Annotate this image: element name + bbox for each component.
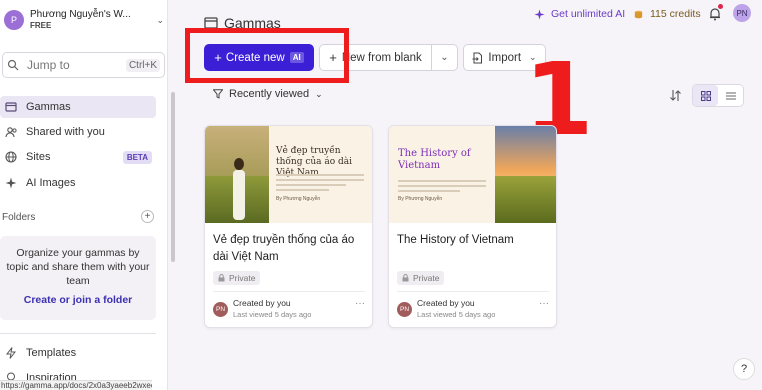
user-avatar[interactable]: PN bbox=[733, 4, 751, 22]
workspace-plan: FREE bbox=[30, 21, 52, 30]
creator-avatar: PN bbox=[397, 302, 412, 317]
sidebar-item-sites[interactable]: Sites BETA bbox=[0, 146, 156, 168]
notification-dot bbox=[718, 4, 723, 9]
new-from-blank-dropdown[interactable]: ⌄ bbox=[432, 44, 458, 71]
sparkle-icon bbox=[534, 8, 545, 20]
workspace-name: Phương Nguyễn's W... bbox=[30, 9, 131, 20]
last-viewed: Last viewed 5 days ago bbox=[417, 310, 496, 319]
status-url: https://gamma.app/docs/2x0a3yaeeb2wxec bbox=[0, 380, 152, 390]
sidebar-item-ai-images[interactable]: AI Images bbox=[0, 172, 156, 194]
annotation-highlight-box bbox=[185, 28, 349, 83]
privacy-badge: Private bbox=[213, 271, 261, 285]
sidebar-item-shared[interactable]: Shared with you bbox=[0, 121, 156, 143]
privacy-label: Private bbox=[229, 273, 256, 283]
import-icon bbox=[472, 52, 483, 63]
view-toggle bbox=[692, 84, 744, 107]
get-unlimited-ai-label: Get unlimited AI bbox=[551, 8, 626, 20]
chevron-down-icon: ⌄ bbox=[156, 14, 164, 25]
list-icon bbox=[725, 92, 736, 99]
thumbnail-author: By Phương Nguyễn bbox=[276, 196, 321, 202]
search-icon bbox=[7, 59, 19, 71]
chevron-down-icon: ⌄ bbox=[440, 52, 449, 63]
sparkle-icon bbox=[4, 176, 18, 190]
creator-avatar: PN bbox=[213, 302, 228, 317]
thumbnail-heading: The History of Vietnam bbox=[398, 148, 471, 171]
last-viewed: Last viewed 5 days ago bbox=[233, 310, 312, 319]
search-shortcut: Ctrl+K bbox=[125, 58, 160, 72]
shared-users-icon bbox=[4, 125, 18, 139]
folders-empty-state: Organize your gammas by topic and share … bbox=[0, 236, 156, 320]
credits-label: 115 credits bbox=[650, 8, 701, 20]
sidebar-scrollbar[interactable] bbox=[171, 92, 175, 262]
import-label: Import bbox=[488, 51, 522, 64]
grid-icon bbox=[700, 90, 711, 101]
privacy-badge: Private bbox=[397, 271, 445, 285]
new-from-blank-label: New from blank bbox=[341, 51, 422, 64]
create-folder-link[interactable]: Create or join a folder bbox=[0, 294, 156, 306]
sidebar: P Phương Nguyễn's W... FREE ⌄ Jump to Ct… bbox=[0, 0, 168, 390]
filter-icon bbox=[213, 89, 223, 99]
sort-icon[interactable] bbox=[669, 89, 682, 102]
sort-filter-dropdown[interactable]: Recently viewed ⌄ bbox=[213, 88, 323, 100]
search-placeholder: Jump to bbox=[27, 58, 70, 72]
card-title: The History of Vietnam bbox=[397, 234, 514, 246]
workspace-switcher[interactable]: P Phương Nguyễn's W... FREE ⌄ bbox=[4, 6, 164, 34]
card-thumbnail: Vẻ đẹp truyền thống của áo dài Việt Nam … bbox=[205, 126, 372, 223]
gamma-icon bbox=[4, 100, 18, 114]
beta-badge: BETA bbox=[122, 150, 152, 164]
bolt-icon bbox=[4, 346, 18, 360]
sidebar-item-label: Gammas bbox=[26, 101, 71, 113]
coins-icon bbox=[634, 10, 643, 18]
sidebar-divider bbox=[0, 333, 156, 334]
sidebar-item-label: AI Images bbox=[26, 177, 76, 189]
created-by: Created by you bbox=[233, 298, 291, 308]
bell-icon[interactable] bbox=[708, 7, 722, 21]
folders-heading: Folders bbox=[2, 212, 36, 223]
sidebar-item-templates[interactable]: Templates bbox=[0, 342, 156, 364]
thumbnail-author: By Phương Nguyễn bbox=[398, 196, 443, 202]
workspace-avatar: P bbox=[4, 10, 24, 30]
sidebar-item-label: Templates bbox=[26, 347, 77, 359]
folders-empty-text: Organize your gammas by topic and share … bbox=[6, 247, 150, 287]
help-button[interactable]: ? bbox=[733, 358, 755, 380]
thumbnail-text-lines bbox=[276, 174, 364, 191]
card-thumbnail: The History of Vietnam By Phương Nguyễn bbox=[389, 126, 556, 223]
lock-icon bbox=[218, 274, 225, 282]
sidebar-item-label: Shared with you bbox=[26, 126, 105, 138]
thumbnail-text-lines bbox=[398, 180, 486, 192]
more-options-icon[interactable]: ··· bbox=[539, 298, 549, 309]
card-title: Vẻ đẹp truyền thống của áo dài Việt Nam bbox=[213, 234, 355, 263]
credits-counter[interactable]: 115 credits bbox=[633, 8, 701, 20]
created-by: Created by you bbox=[417, 298, 475, 308]
lock-icon bbox=[402, 274, 409, 282]
card-divider bbox=[213, 291, 365, 292]
sort-filter-label: Recently viewed bbox=[229, 88, 310, 100]
sidebar-item-gammas[interactable]: Gammas bbox=[0, 96, 156, 118]
grid-view-button[interactable] bbox=[693, 85, 718, 106]
more-options-icon[interactable]: ··· bbox=[355, 298, 365, 309]
card-divider bbox=[397, 291, 549, 292]
privacy-label: Private bbox=[413, 273, 440, 283]
chevron-down-icon: ⌄ bbox=[315, 88, 323, 99]
search-input[interactable]: Jump to Ctrl+K bbox=[2, 52, 165, 78]
add-folder-button[interactable]: + bbox=[141, 210, 154, 223]
gamma-card[interactable]: Vẻ đẹp truyền thống của áo dài Việt Nam … bbox=[204, 125, 373, 328]
rice-field-photo bbox=[389, 126, 556, 223]
globe-icon bbox=[4, 150, 18, 164]
get-unlimited-ai-link[interactable]: Get unlimited AI bbox=[534, 8, 625, 20]
list-view-button[interactable] bbox=[718, 85, 743, 106]
sidebar-item-label: Sites bbox=[26, 151, 51, 163]
gamma-card[interactable]: The History of Vietnam By Phương Nguyễn … bbox=[388, 125, 557, 328]
